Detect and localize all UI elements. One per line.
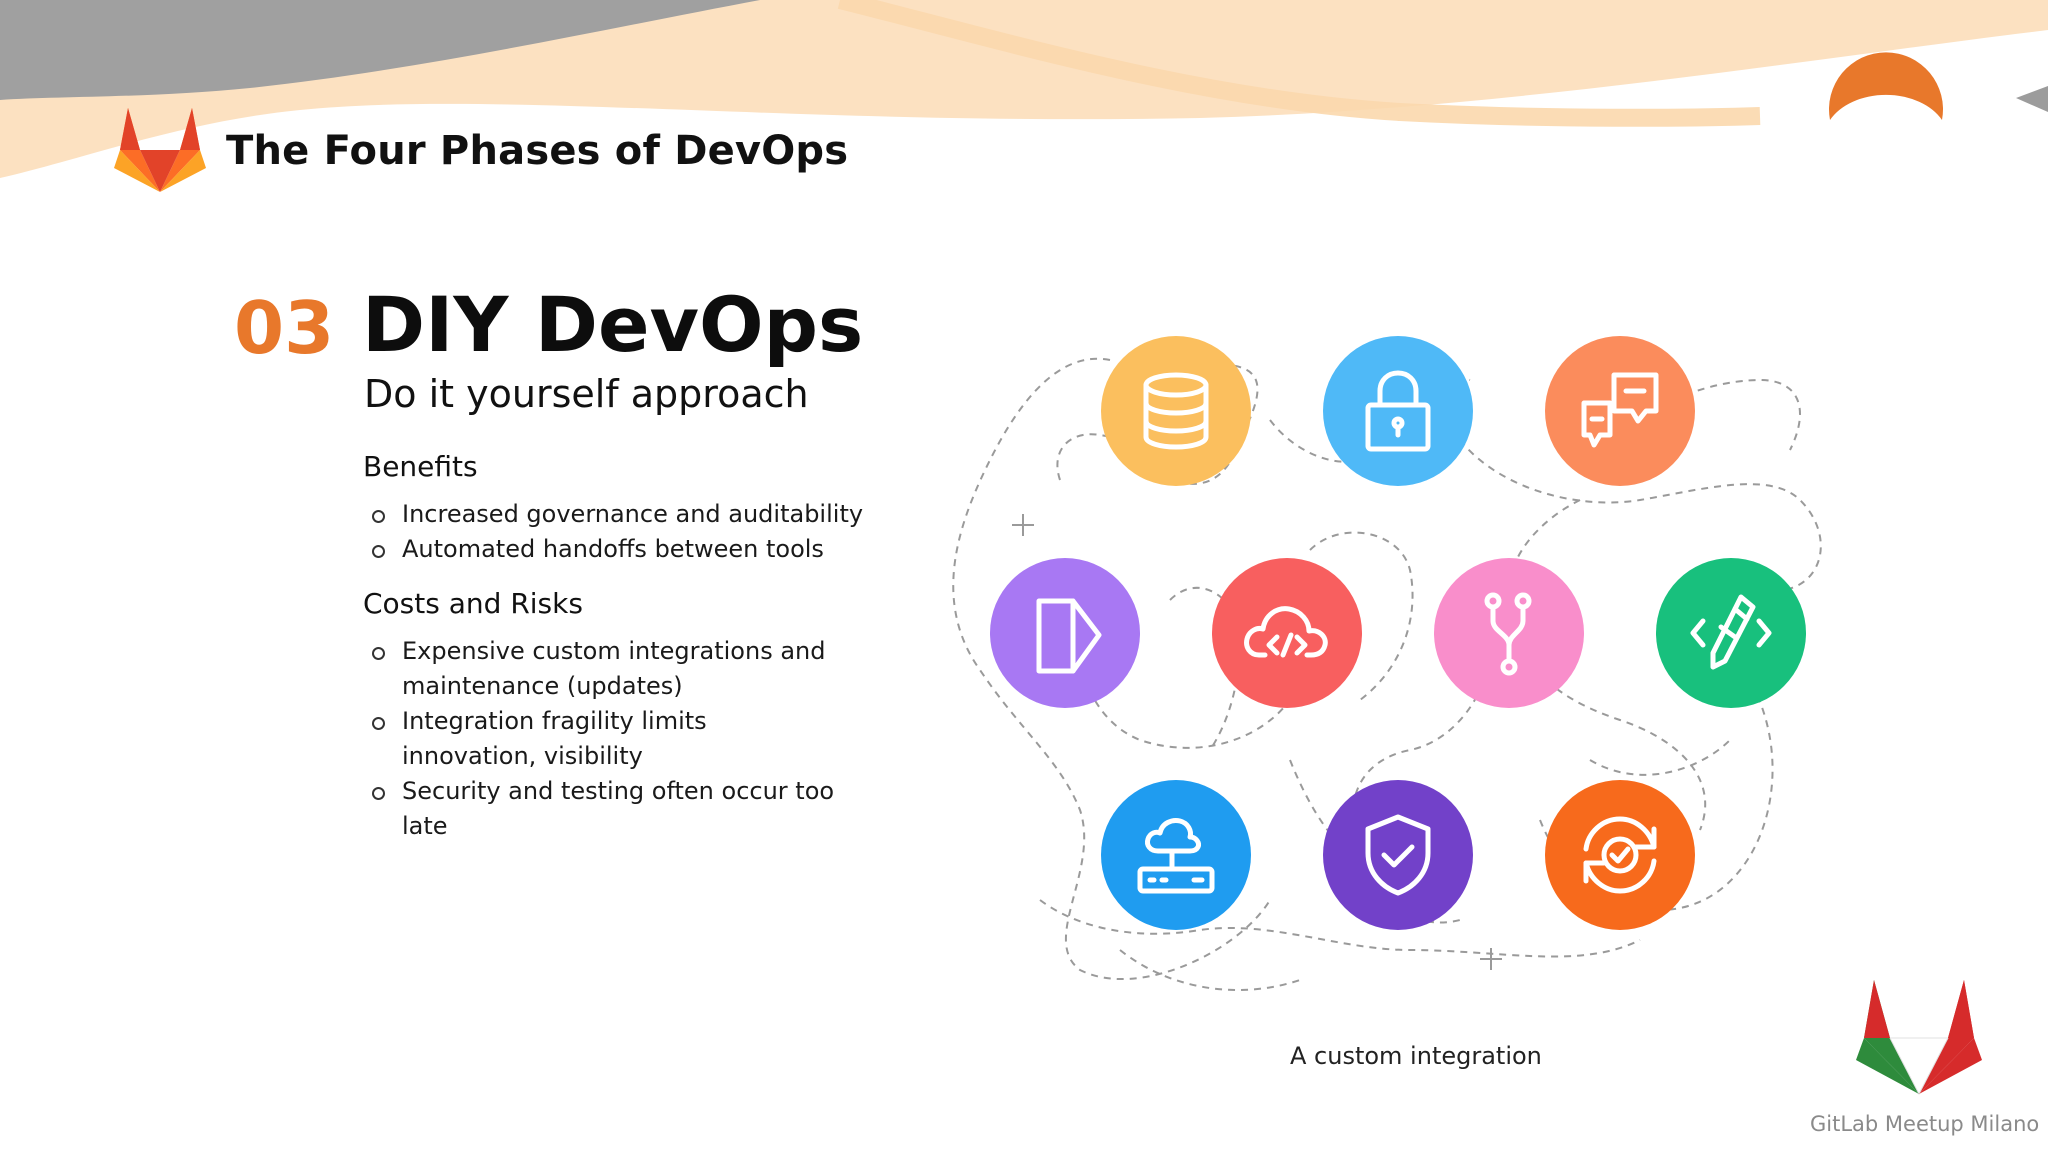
git-branch-icon — [1434, 558, 1584, 708]
lock-icon — [1323, 336, 1473, 486]
phase-title: DIY DevOps — [362, 280, 864, 369]
list-item: Integration fragility limits innovation,… — [364, 704, 844, 774]
header-title: The Four Phases of DevOps — [226, 128, 849, 174]
cloud-code-icon — [1212, 558, 1362, 708]
cloud-server-icon — [1101, 780, 1251, 930]
illustration-caption: A custom integration — [1290, 1042, 1542, 1070]
list-item: Automated handoffs between tools — [364, 532, 864, 567]
phase-subtitle: Do it yourself approach — [364, 372, 809, 416]
costs-heading: Costs and Risks — [363, 587, 583, 620]
costs-list: Expensive custom integrations and mainte… — [364, 634, 844, 844]
plus-marker-icon — [1012, 514, 1034, 536]
list-item: Expensive custom integrations and mainte… — [364, 634, 844, 704]
plus-marker-icon — [1480, 948, 1502, 970]
meetup-label: GitLab Meetup Milano — [1810, 1112, 2040, 1136]
shield-check-icon — [1323, 780, 1473, 930]
gitlab-meetup-logo-icon — [1856, 980, 1982, 1096]
document-icon — [990, 558, 1140, 708]
gitlab-logo-icon — [114, 108, 206, 192]
chat-icon — [1545, 336, 1695, 486]
phase-number: 03 — [234, 286, 335, 370]
database-icon — [1101, 336, 1251, 486]
list-item: Security and testing often occur too lat… — [364, 774, 844, 844]
benefits-list: Increased governance and auditability Au… — [364, 497, 864, 567]
benefits-heading: Benefits — [363, 450, 478, 483]
list-item: Increased governance and auditability — [364, 497, 864, 532]
sync-check-icon — [1545, 780, 1695, 930]
pencil-code-icon — [1656, 558, 1806, 708]
